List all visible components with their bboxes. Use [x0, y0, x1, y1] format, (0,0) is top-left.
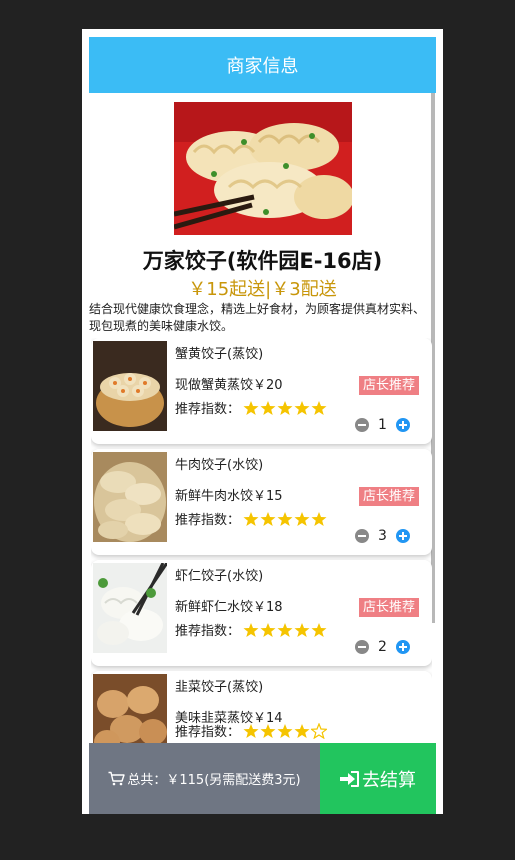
star-icon	[277, 622, 293, 637]
list-item[interactable]: 蟹黄饺子(蒸饺) 现做蟹黄蒸饺￥20 店长推荐 推荐指数： 1	[91, 338, 432, 444]
checkout-button[interactable]: 去结算	[320, 743, 436, 814]
star-icon	[243, 400, 259, 415]
quantity-value: 1	[378, 417, 387, 433]
shop-description: 结合现代健康饮食理念，精选上好食材，为顾客提供真材实料、现包现煮的美味健康水饺。	[89, 302, 426, 333]
star-rating	[243, 511, 328, 527]
star-icon	[260, 400, 276, 415]
rating-label: 推荐指数：	[175, 513, 241, 528]
rating: 推荐指数：	[175, 721, 328, 740]
quantity-value: 2	[378, 639, 387, 655]
dish-description: 新鲜虾仁水饺￥18	[175, 600, 283, 615]
star-icon	[260, 723, 276, 738]
dish-title: 韭菜饺子(蒸饺)	[175, 680, 264, 695]
star-icon	[243, 723, 259, 738]
star-icon	[277, 400, 293, 415]
star-icon	[311, 511, 327, 526]
plus-circle-icon[interactable]	[396, 418, 410, 432]
dish-description: 新鲜牛肉水饺￥15	[175, 489, 283, 504]
rating-label: 推荐指数：	[175, 402, 241, 417]
dish-title: 牛肉饺子(水饺)	[175, 458, 264, 473]
star-icon	[277, 511, 293, 526]
app-screen: 商家信息 万家饺子(软件园E-16店) ￥15起送|￥3配送 结合现代健康饮食理…	[82, 29, 443, 814]
list-item[interactable]: 虾仁饺子(水饺) 新鲜虾仁水饺￥18 店长推荐 推荐指数： 2	[91, 560, 432, 666]
page-title: 商家信息	[226, 56, 299, 77]
star-icon	[311, 622, 327, 637]
checkout-label: 去结算	[362, 769, 416, 791]
list-item[interactable]: 牛肉饺子(水饺) 新鲜牛肉水饺￥15 店长推荐 推荐指数： 3	[91, 449, 432, 555]
rating: 推荐指数：	[175, 620, 328, 639]
star-icon	[294, 723, 310, 738]
star-outline-icon	[311, 722, 328, 739]
minus-circle-icon[interactable]	[355, 418, 369, 432]
minus-circle-icon[interactable]	[355, 640, 369, 654]
star-icon	[294, 400, 310, 415]
rating: 推荐指数：	[175, 398, 328, 417]
shop-delivery-fee: ￥15起送|￥3配送	[188, 279, 337, 300]
quantity-stepper: 3	[355, 528, 410, 544]
rating-label: 推荐指数：	[175, 624, 241, 639]
bottom-bar: 总共：￥115(另需配送费3元) 去结算	[89, 743, 436, 814]
rating-label: 推荐指数：	[175, 725, 241, 740]
dish-title: 虾仁饺子(水饺)	[175, 569, 264, 584]
dish-image	[93, 341, 167, 431]
cart-total[interactable]: 总共：￥115(另需配送费3元)	[89, 743, 320, 814]
plus-circle-icon[interactable]	[396, 529, 410, 543]
dish-image	[93, 452, 167, 542]
shop-name: 万家饺子(软件园E-16店)	[142, 249, 383, 273]
minus-circle-icon[interactable]	[355, 529, 369, 543]
recommend-badge: 店长推荐	[359, 487, 419, 506]
page-header: 商家信息	[89, 37, 436, 93]
star-icon	[243, 511, 259, 526]
star-icon	[311, 400, 327, 415]
star-rating	[243, 622, 328, 638]
shop-image	[174, 102, 352, 235]
sign-in-icon	[340, 770, 359, 787]
star-icon	[294, 511, 310, 526]
star-icon	[294, 622, 310, 637]
star-rating	[243, 722, 328, 739]
quantity-value: 3	[378, 528, 387, 544]
plus-circle-icon[interactable]	[396, 640, 410, 654]
star-icon	[260, 622, 276, 637]
quantity-stepper: 2	[355, 639, 410, 655]
star-icon	[277, 723, 293, 738]
star-icon	[260, 511, 276, 526]
cart-icon	[108, 771, 126, 786]
dish-image	[93, 563, 167, 653]
star-icon	[243, 622, 259, 637]
dish-title: 蟹黄饺子(蒸饺)	[175, 347, 264, 362]
dish-description: 现做蟹黄蒸饺￥20	[175, 378, 283, 393]
cart-total-text: 总共：￥115(另需配送费3元)	[127, 773, 301, 788]
quantity-stepper: 1	[355, 417, 410, 433]
recommend-badge: 店长推荐	[359, 376, 419, 395]
star-rating	[243, 400, 328, 416]
rating: 推荐指数：	[175, 509, 328, 528]
recommend-badge: 店长推荐	[359, 598, 419, 617]
